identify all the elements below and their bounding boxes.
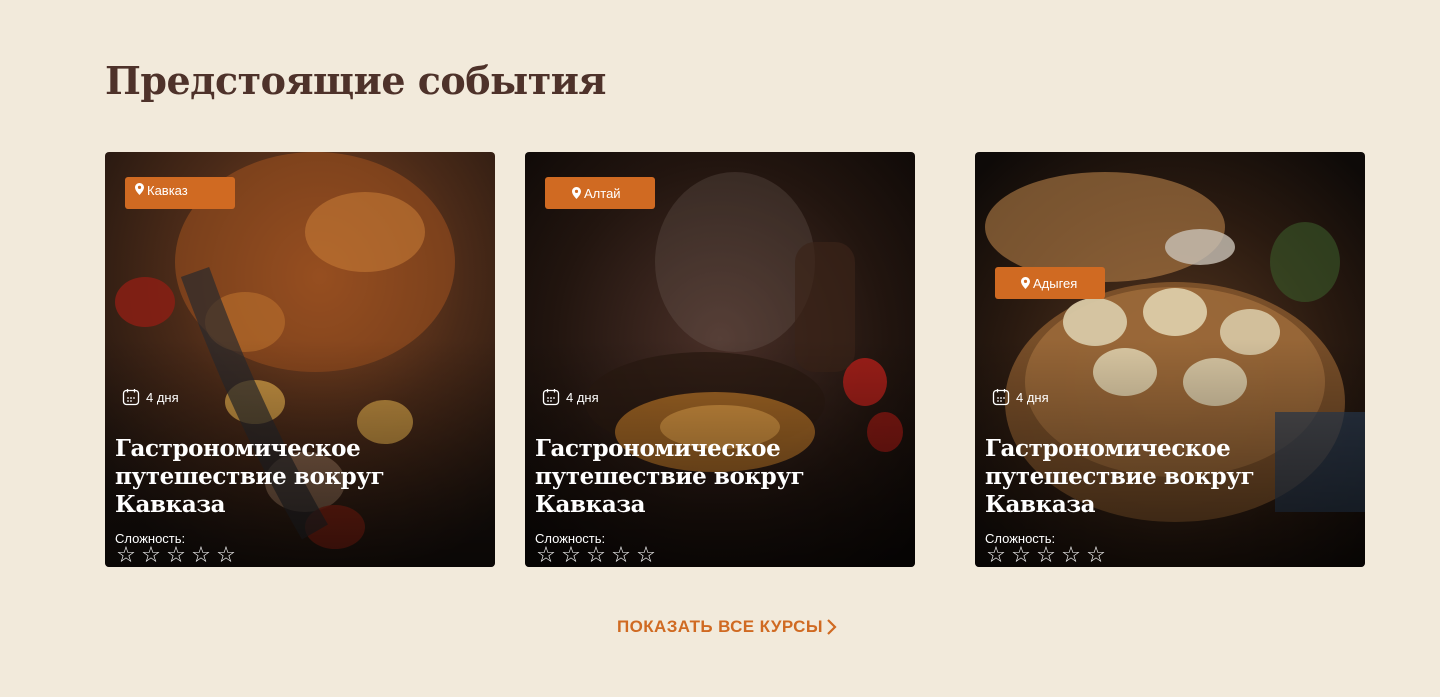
show-all-courses-link[interactable]: ПОКАЗАТЬ ВСЕ КУРСЫ <box>617 617 837 637</box>
card-title: Гастрономическое путешествие вокруг Кавк… <box>535 435 805 518</box>
calendar-icon <box>122 389 140 406</box>
star-icon: ☆ <box>1036 543 1056 568</box>
location-label: Алтай <box>584 185 621 201</box>
star-icon: ☆ <box>1086 543 1106 568</box>
event-card-adygea[interactable]: Адыгея 4 дня Гастрономическое путешестви… <box>975 152 1365 567</box>
calendar-icon <box>542 389 560 406</box>
star-icon: ☆ <box>1011 543 1031 568</box>
map-pin-icon <box>572 187 581 199</box>
star-icon: ☆ <box>636 543 656 568</box>
calendar-icon <box>992 389 1010 406</box>
star-icon: ☆ <box>191 543 211 568</box>
star-icon: ☆ <box>561 543 581 568</box>
star-icon: ☆ <box>986 543 1006 568</box>
difficulty-rating: ☆ ☆ ☆ ☆ ☆ <box>115 543 237 568</box>
section-title: Предстоящие события <box>105 58 607 103</box>
location-tag: Кавказ <box>125 177 235 209</box>
map-pin-icon <box>135 183 144 195</box>
difficulty-rating: ☆ ☆ ☆ ☆ ☆ <box>535 543 657 568</box>
card-title: Гастрономическое путешествие вокруг Кавк… <box>115 435 385 518</box>
show-all-label: ПОКАЗАТЬ ВСЕ КУРСЫ <box>617 617 823 636</box>
star-icon: ☆ <box>166 543 186 568</box>
location-tag: Алтай <box>545 177 655 209</box>
duration-label: 4 дня <box>1016 389 1049 405</box>
star-icon: ☆ <box>116 543 136 568</box>
card-title: Гастрономическое путешествие вокруг Кавк… <box>985 435 1255 518</box>
event-card-altai[interactable]: Алтай 4 дня Гастрономическое путешествие… <box>525 152 915 567</box>
duration: 4 дня <box>122 388 179 406</box>
difficulty-rating: ☆ ☆ ☆ ☆ ☆ <box>985 543 1107 568</box>
star-icon: ☆ <box>141 543 161 568</box>
star-icon: ☆ <box>536 543 556 568</box>
star-icon: ☆ <box>586 543 606 568</box>
chevron-right-icon <box>827 619 837 635</box>
location-label: Адыгея <box>1033 275 1078 291</box>
star-icon: ☆ <box>611 543 631 568</box>
duration: 4 дня <box>992 388 1049 406</box>
star-icon: ☆ <box>1061 543 1081 568</box>
location-tag: Адыгея <box>995 267 1105 299</box>
duration-label: 4 дня <box>146 389 179 405</box>
star-icon: ☆ <box>216 543 236 568</box>
event-card-kavkaz[interactable]: Кавказ 4 дня Гастрономическое путешестви… <box>105 152 495 567</box>
map-pin-icon <box>1021 277 1030 289</box>
location-label: Кавказ <box>147 183 188 198</box>
duration: 4 дня <box>542 388 599 406</box>
duration-label: 4 дня <box>566 389 599 405</box>
